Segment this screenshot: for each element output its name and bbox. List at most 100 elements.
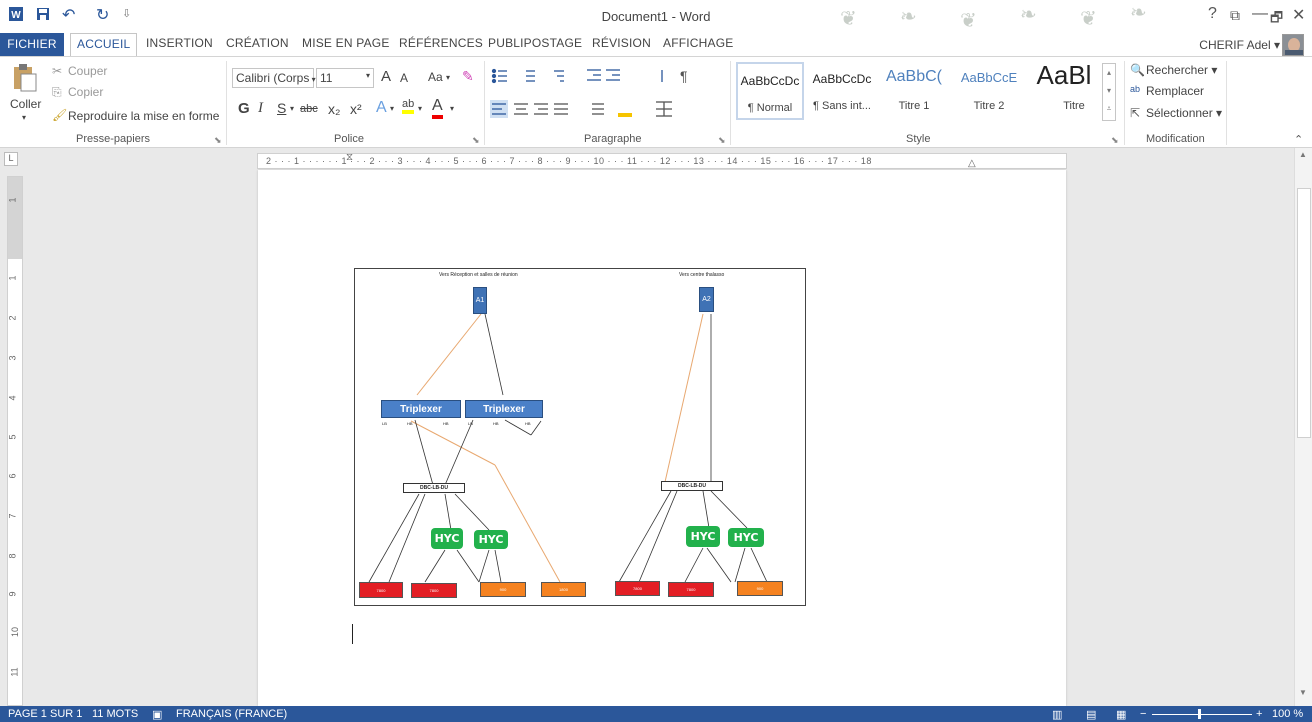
output-box-orange[interactable]: 1800 (541, 582, 586, 597)
hyc-coupler[interactable]: HYC (686, 526, 720, 547)
paste-icon[interactable] (12, 63, 38, 96)
right-indent-marker-icon[interactable]: △ (968, 158, 976, 169)
clear-formatting-icon[interactable]: ✎ (462, 68, 474, 85)
tab-accueil[interactable]: ACCUEIL (70, 33, 138, 57)
horizontal-ruler[interactable]: 2 · · · 1 · · · · · · 1 · · · 2 · · · 3 … (257, 152, 1067, 169)
zoom-in-icon[interactable]: + (1256, 708, 1262, 720)
help-icon[interactable]: ? (1208, 5, 1217, 23)
format-painter-button[interactable]: Reproduire la mise en forme (68, 109, 219, 123)
vertical-scrollbar[interactable]: ▲ ▼ (1294, 148, 1312, 706)
format-painter-icon[interactable]: 🖌 (52, 108, 67, 122)
tab-creation[interactable]: CRÉATION (226, 36, 289, 50)
superscript-button[interactable]: x² (350, 101, 362, 117)
shrink-font-button[interactable]: A (400, 71, 408, 85)
zoom-level[interactable]: 100 % (1272, 708, 1303, 720)
word-count[interactable]: 11 MOTS (92, 708, 138, 720)
style-normal[interactable]: AaBbCcDc ¶ Normal (736, 62, 804, 120)
style-titre-2[interactable]: AaBbCcE Titre 2 (955, 62, 1023, 120)
tab-affichage[interactable]: AFFICHAGE (663, 36, 733, 50)
cut-button[interactable]: Couper (68, 64, 107, 78)
zoom-slider[interactable] (1152, 714, 1252, 715)
hyc-coupler[interactable]: HYC (431, 528, 463, 549)
text-effects-dropdown-icon[interactable]: ▾ (390, 104, 394, 113)
text-effects-button[interactable]: A (376, 99, 387, 117)
triplexer-right[interactable]: Triplexer (465, 400, 543, 418)
antenna-a2[interactable]: A2 (699, 287, 714, 312)
tab-revision[interactable]: RÉVISION (592, 36, 651, 50)
grow-font-button[interactable]: A (381, 68, 391, 85)
font-size-select[interactable]: 11 ▾ (316, 68, 374, 88)
triplexer-left[interactable]: Triplexer (381, 400, 461, 418)
proofing-icon[interactable]: ▣ (152, 708, 162, 721)
tab-publipostage[interactable]: PUBLIPOSTAGE (488, 36, 582, 50)
style-titre[interactable]: AaBl Titre (1030, 60, 1098, 120)
dbc-splitter-right[interactable]: DBC-LB-DU (661, 481, 723, 491)
select-button[interactable]: Sélectionner ▾ (1146, 106, 1222, 120)
diagram-connections (368, 313, 768, 583)
tab-selector[interactable]: L (4, 152, 18, 166)
tab-mise-en-page[interactable]: MISE EN PAGE (302, 36, 390, 50)
styles-scroll[interactable]: ▴ ▾ ⩡ (1102, 63, 1116, 121)
tab-insertion[interactable]: INSERTION (146, 36, 213, 50)
dbc-splitter-left[interactable]: DBC-LB-DU (403, 483, 465, 493)
output-box-orange[interactable]: 900 (480, 582, 526, 597)
zoom-out-icon[interactable]: − (1140, 708, 1146, 720)
hyc-coupler[interactable]: HYC (474, 530, 508, 549)
style-sans-interligne[interactable]: AaBbCcDc ¶ Sans int... (808, 62, 876, 120)
user-name[interactable]: CHERIF Adel ▾ (1199, 38, 1280, 52)
highlight-dropdown-icon[interactable]: ▾ (418, 104, 422, 113)
cut-icon[interactable]: ✂ (52, 64, 62, 78)
restore-icon[interactable]: 🗗 (1270, 7, 1283, 31)
underline-button[interactable]: S (277, 100, 286, 116)
output-box-red[interactable]: 7800 (359, 582, 403, 598)
language[interactable]: FRANÇAIS (FRANCE) (176, 708, 287, 720)
zoom-slider-thumb[interactable] (1198, 709, 1201, 719)
bold-button[interactable]: G (238, 100, 250, 117)
strikethrough-button[interactable]: abc (300, 103, 318, 115)
output-box-red[interactable]: 7800 (615, 581, 660, 596)
copy-button[interactable]: Copier (68, 85, 103, 99)
font-family-select[interactable]: Calibri (Corps ▾ (232, 68, 316, 88)
minimize-icon[interactable]: — (1252, 5, 1268, 23)
change-case-dropdown-icon[interactable]: ▾ (446, 73, 450, 82)
dialog-launcher-icon[interactable]: ⬊ (1111, 135, 1119, 146)
dialog-launcher-icon[interactable]: ⬊ (214, 135, 222, 146)
tab-fichier[interactable]: FICHIER (0, 33, 64, 56)
collapse-ribbon-icon[interactable]: ⌃ (1294, 133, 1303, 146)
network-diagram-image[interactable]: Vers Réception et salles de réunion Vers… (354, 268, 806, 606)
paste-button[interactable]: Coller (10, 97, 41, 111)
subscript-button[interactable]: x₂ (328, 101, 340, 117)
change-case-button[interactable]: Aa (428, 70, 443, 84)
font-color-dropdown-icon[interactable]: ▾ (450, 104, 454, 113)
tab-references[interactable]: RÉFÉRENCES (399, 36, 483, 50)
port-label: HB (525, 421, 531, 426)
indent-marker-icon[interactable]: ⧖ (346, 152, 353, 163)
output-box-red[interactable]: 7800 (411, 583, 457, 598)
font-color-button[interactable]: A (432, 97, 443, 119)
scrollbar-thumb[interactable] (1297, 188, 1311, 438)
dialog-launcher-icon[interactable]: ⬊ (718, 135, 726, 146)
svg-text:¶: ¶ (680, 68, 688, 84)
group-label-paragraph: Paragraphe (584, 133, 642, 145)
output-box-orange[interactable]: 900 (737, 581, 783, 596)
vertical-ruler[interactable]: 1 1 2 3 4 5 6 7 8 9 10 11 (7, 176, 23, 706)
find-button[interactable]: Rechercher ▾ (1146, 63, 1217, 77)
paste-dropdown-icon[interactable]: ▾ (22, 113, 26, 122)
close-icon[interactable]: ✕ (1292, 5, 1305, 25)
underline-dropdown-icon[interactable]: ▾ (290, 104, 294, 113)
antenna-a1[interactable]: A1 (473, 287, 487, 314)
avatar[interactable] (1282, 34, 1304, 56)
copy-icon[interactable]: ⎘ (52, 85, 62, 100)
highlight-button[interactable]: ab (402, 98, 415, 114)
print-layout-icon[interactable]: ▤ (1086, 708, 1096, 721)
read-mode-icon[interactable]: ▥ (1052, 708, 1062, 721)
hyc-coupler[interactable]: HYC (728, 528, 764, 547)
page-count[interactable]: PAGE 1 SUR 1 (8, 708, 82, 720)
style-titre-1[interactable]: AaBbC( Titre 1 (880, 62, 948, 120)
replace-button[interactable]: Remplacer (1146, 84, 1204, 98)
web-layout-icon[interactable]: ▦ (1116, 708, 1126, 721)
output-box-red[interactable]: 7800 (668, 582, 714, 597)
italic-button[interactable]: I (258, 100, 263, 117)
dialog-launcher-icon[interactable]: ⬊ (472, 135, 480, 146)
ribbon-display-options-icon[interactable]: ⧉ (1230, 7, 1240, 24)
